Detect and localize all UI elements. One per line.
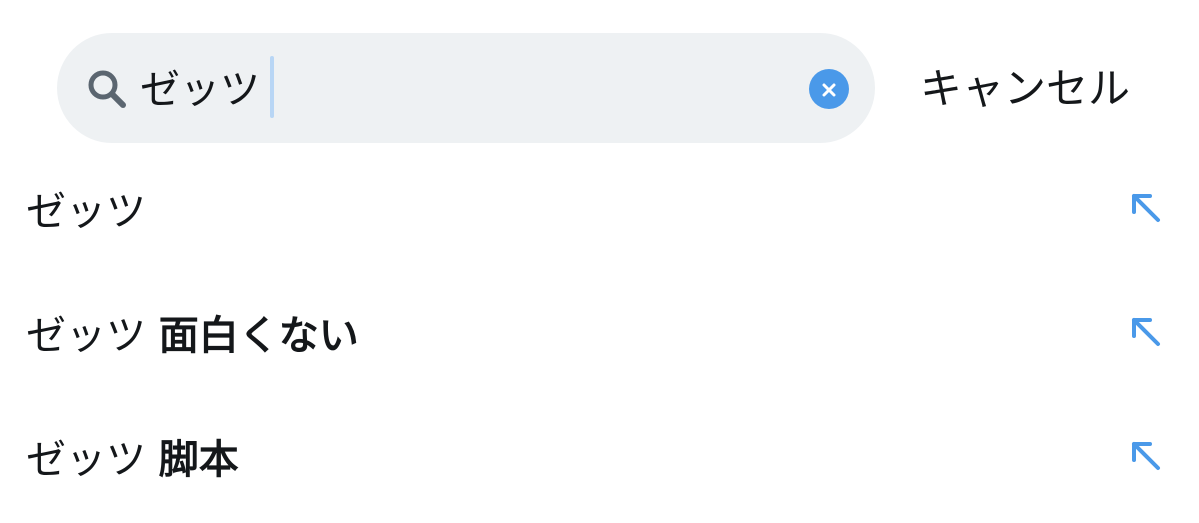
suggestion-text: ゼッツ 面白くない bbox=[26, 274, 359, 398]
cancel-button[interactable]: キャンセル bbox=[920, 58, 1130, 120]
search-input[interactable]: ゼッツ bbox=[140, 60, 260, 120]
suggestion-text: ゼッツ bbox=[26, 150, 146, 274]
suggestion-completion: 脚本 bbox=[158, 437, 239, 483]
arrow-up-left-icon[interactable] bbox=[1128, 190, 1162, 224]
suggestion-text: ゼッツ 脚本 bbox=[26, 398, 239, 522]
suggestion-completion: 面白くない bbox=[158, 313, 359, 359]
clear-icon bbox=[822, 82, 836, 97]
suggestion-item[interactable]: ゼッツ 面白くない bbox=[0, 274, 1199, 398]
arrow-up-left-icon[interactable] bbox=[1128, 314, 1162, 348]
suggestion-prefix: ゼッツ bbox=[26, 313, 146, 359]
suggestion-prefix: ゼッツ bbox=[26, 437, 146, 483]
arrow-up-left-icon[interactable] bbox=[1128, 438, 1162, 472]
suggestion-item[interactable]: ゼッツ bbox=[0, 150, 1199, 274]
text-caret bbox=[270, 56, 274, 118]
search-bar-row: ゼッツ キャンセル bbox=[0, 0, 1199, 175]
suggestion-item[interactable]: ゼッツ 脚本 bbox=[0, 398, 1199, 522]
clear-search-button[interactable] bbox=[809, 69, 849, 109]
suggestion-prefix: ゼッツ bbox=[26, 189, 146, 235]
search-icon bbox=[86, 68, 128, 110]
